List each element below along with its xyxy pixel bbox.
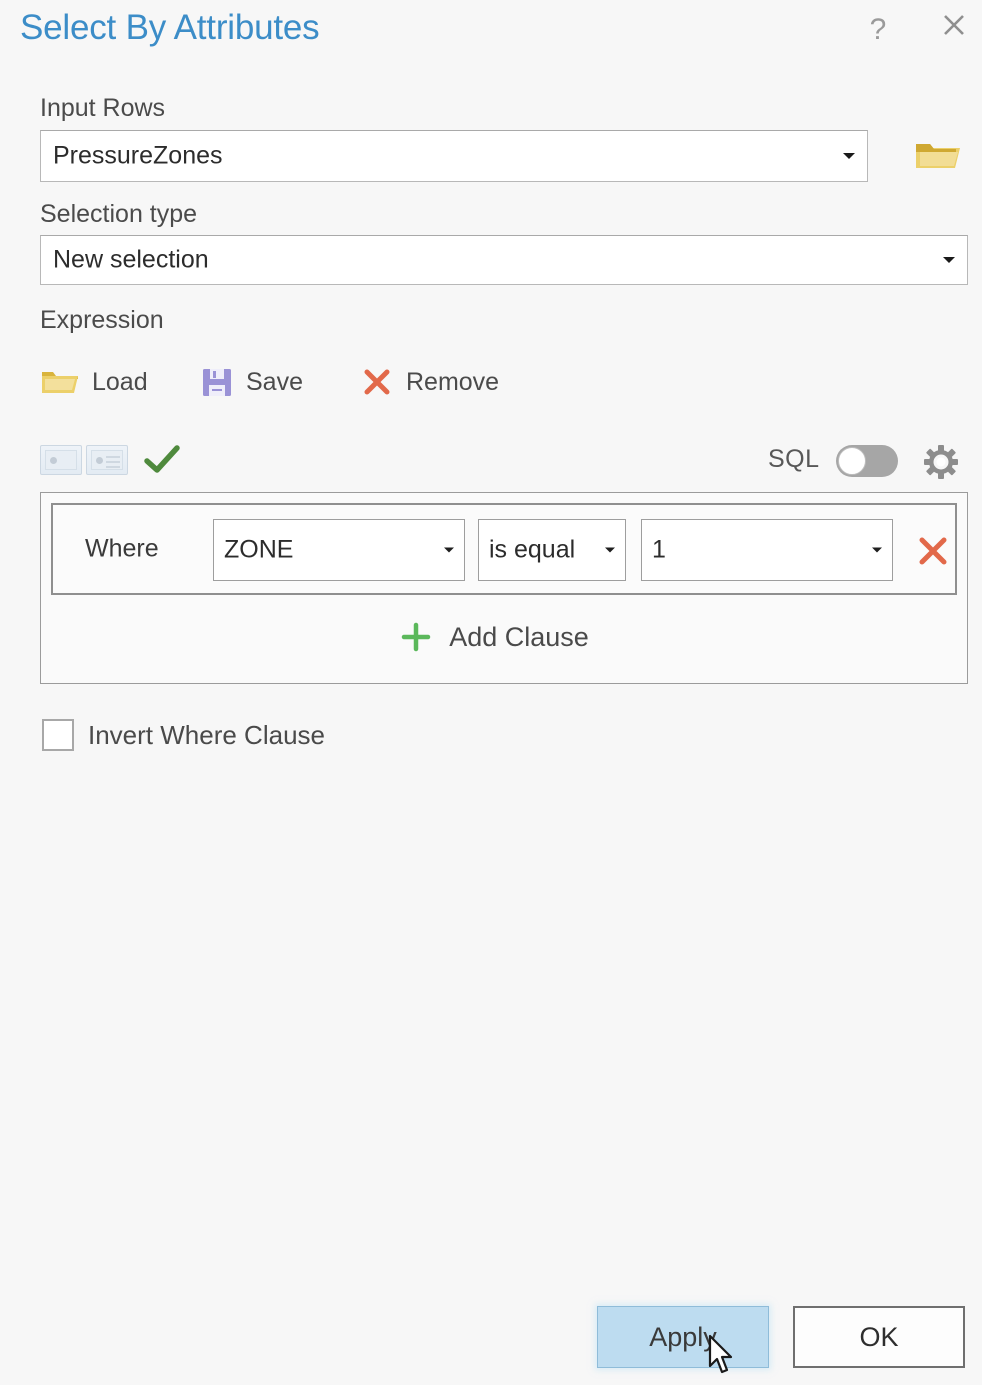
- invert-where-clause-label: Invert Where Clause: [88, 719, 325, 750]
- sql-mode-toggle[interactable]: [836, 445, 898, 477]
- green-checkmark-icon: [144, 445, 180, 473]
- gear-icon: [924, 445, 958, 479]
- add-clause-label: Add Clause: [449, 621, 589, 652]
- clause-operator-value: is equal: [489, 535, 576, 564]
- clause-field-combobox[interactable]: ZONE: [213, 519, 465, 581]
- expression-label: Expression: [40, 306, 164, 334]
- selection-type-value: New selection: [53, 245, 209, 274]
- where-clause-row: Where ZONE is equal 1: [51, 503, 957, 595]
- open-folder-icon: [42, 372, 78, 393]
- expression-clause-panel: Where ZONE is equal 1 Add Clause: [40, 492, 968, 684]
- clause-field-value: ZONE: [224, 535, 294, 564]
- chevron-down-icon: [943, 257, 955, 263]
- apply-button[interactable]: Apply: [597, 1306, 769, 1368]
- red-x-icon: [919, 537, 947, 565]
- input-rows-combobox[interactable]: PressureZones: [40, 130, 868, 182]
- ok-label: OK: [859, 1321, 899, 1352]
- invert-where-clause-row[interactable]: Invert Where Clause: [42, 716, 325, 754]
- expression-settings-button[interactable]: [918, 442, 964, 482]
- insert-grouped-clause-icon: [91, 450, 123, 470]
- chevron-down-icon: [843, 153, 855, 159]
- insert-clause-icon: [45, 450, 77, 470]
- input-rows-browse-button[interactable]: [912, 132, 964, 178]
- save-expression-button[interactable]: Save: [200, 358, 303, 406]
- chevron-down-icon: [444, 547, 454, 553]
- floppy-disk-icon: [203, 369, 231, 396]
- input-rows-label: Input Rows: [40, 94, 166, 122]
- clause-value-combobox[interactable]: 1: [641, 519, 893, 581]
- load-label: Load: [92, 367, 148, 396]
- remove-label: Remove: [406, 367, 500, 396]
- red-x-icon: [364, 369, 390, 395]
- selection-type-combobox[interactable]: New selection: [40, 235, 968, 285]
- selection-type-label: Selection type: [40, 200, 198, 228]
- load-expression-button[interactable]: Load: [40, 358, 148, 406]
- clause-value-value: 1: [652, 535, 666, 564]
- clause-dot-icon: [96, 457, 103, 464]
- ok-button[interactable]: OK: [793, 1306, 965, 1368]
- insert-grouped-clause-button[interactable]: [86, 445, 128, 475]
- green-plus-icon: [401, 622, 431, 652]
- dialog-titlebar: Select By Attributes ?: [0, 0, 982, 62]
- clause-operator-combobox[interactable]: is equal: [478, 519, 626, 581]
- close-button[interactable]: [932, 8, 976, 52]
- invert-where-clause-checkbox[interactable]: [42, 719, 74, 751]
- sql-mode-label: SQL: [768, 445, 820, 473]
- add-clause-button[interactable]: Add Clause: [41, 601, 947, 673]
- insert-clause-button[interactable]: [40, 445, 82, 475]
- dialog-title: Select By Attributes: [20, 8, 320, 47]
- close-icon: [944, 15, 964, 35]
- save-label: Save: [246, 367, 303, 396]
- clause-lines-icon: [106, 456, 120, 471]
- delete-clause-button[interactable]: [915, 533, 951, 569]
- remove-expression-button[interactable]: Remove: [360, 358, 499, 406]
- chevron-down-icon: [605, 547, 615, 553]
- apply-label: Apply: [649, 1321, 717, 1352]
- help-button[interactable]: ?: [856, 8, 900, 52]
- select-by-attributes-dialog: Select By Attributes ? Input Rows Pressu…: [0, 0, 982, 1385]
- verify-expression-button[interactable]: [140, 440, 184, 480]
- open-folder-icon: [916, 144, 960, 168]
- chevron-down-icon: [872, 547, 882, 553]
- toggle-knob: [838, 447, 866, 475]
- clause-dot-icon: [50, 457, 57, 464]
- input-rows-value: PressureZones: [53, 141, 223, 170]
- question-mark-icon: ?: [869, 13, 887, 46]
- where-label: Where: [85, 534, 159, 563]
